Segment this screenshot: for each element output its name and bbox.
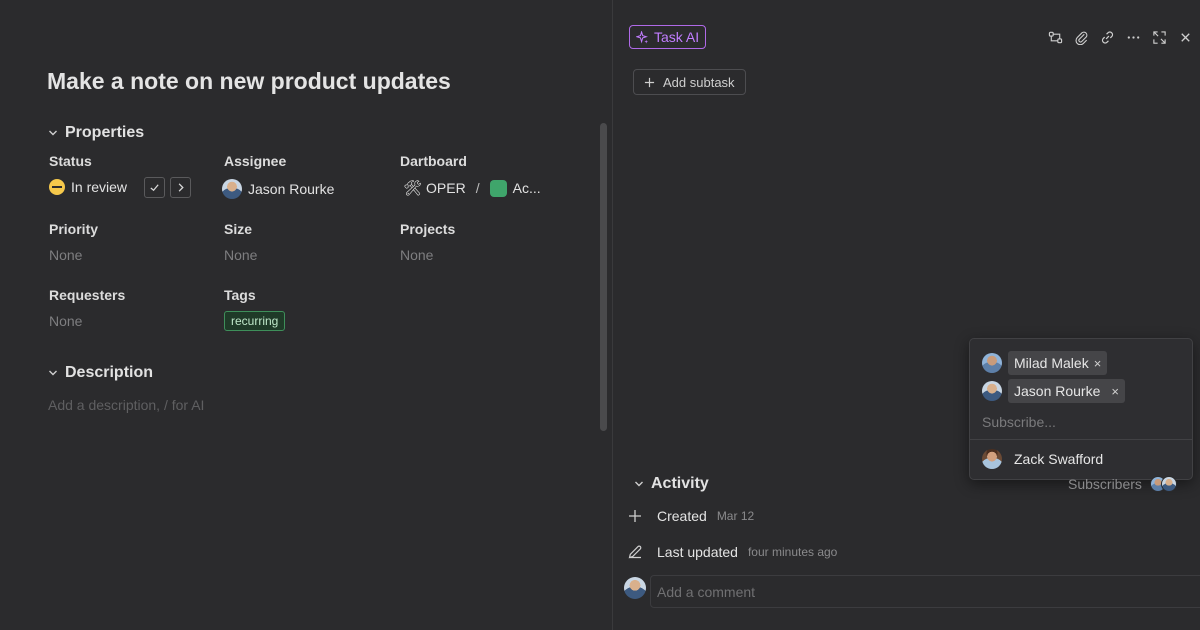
size-label: Size bbox=[224, 221, 253, 237]
remove-subscriber-button[interactable]: × bbox=[1094, 356, 1102, 371]
tag-recurring[interactable]: recurring bbox=[224, 311, 286, 331]
subscriber-chip: Milad Malek × bbox=[1008, 351, 1108, 375]
task-ai-button[interactable]: Task AI bbox=[629, 25, 707, 49]
description-toggle[interactable]: Description bbox=[47, 364, 153, 382]
subscribe-popover: Milad Malek × Jason Rourke × Zack Swaffo… bbox=[969, 338, 1193, 480]
comment-box[interactable] bbox=[650, 575, 1200, 608]
chevron-right-icon bbox=[178, 183, 184, 192]
avatar bbox=[624, 577, 646, 599]
assignee-label: Assignee bbox=[224, 153, 287, 169]
assignee-name: Jason Rourke bbox=[248, 181, 335, 197]
selected-subscriber: Jason Rourke × bbox=[982, 379, 1125, 403]
priority-value[interactable]: None bbox=[49, 247, 82, 263]
event-label: Last updated bbox=[657, 544, 738, 560]
subscriber-chip: Jason Rourke × bbox=[1008, 379, 1125, 403]
dependencies-button[interactable] bbox=[1046, 28, 1064, 46]
priority-label: Priority bbox=[49, 221, 99, 237]
subscribers-button[interactable]: Subscribers bbox=[1068, 476, 1177, 492]
check-icon bbox=[150, 184, 159, 192]
size-value[interactable]: None bbox=[224, 247, 257, 263]
mark-done-button[interactable] bbox=[144, 177, 165, 198]
subscriber-name: Milad Malek bbox=[1014, 355, 1089, 371]
add-subtask-button[interactable]: Add subtask bbox=[633, 69, 746, 95]
option-name: Zack Swafford bbox=[1014, 451, 1104, 467]
activity-event: Last updated four minutes ago bbox=[625, 542, 837, 562]
pencil-icon bbox=[625, 542, 645, 562]
activity-heading: Activity bbox=[651, 475, 709, 492]
avatar bbox=[222, 179, 242, 199]
dartboard-separator: / bbox=[475, 180, 480, 196]
status-label: Status bbox=[49, 153, 92, 169]
paperclip-icon bbox=[1074, 31, 1087, 45]
dartboard-value[interactable]: 🛠 OPER / Ac... bbox=[403, 179, 541, 197]
subscriber-name: Jason Rourke bbox=[1014, 383, 1101, 399]
event-time: four minutes ago bbox=[747, 545, 838, 559]
add-subtask-label: Add subtask bbox=[663, 74, 735, 90]
expand-icon bbox=[1152, 30, 1166, 44]
properties-toggle[interactable]: Properties bbox=[47, 124, 144, 142]
tags-label: Tags bbox=[224, 287, 256, 303]
task-ai-label: Task AI bbox=[654, 29, 700, 45]
properties-heading: Properties bbox=[65, 124, 145, 141]
chevron-down-icon bbox=[47, 127, 59, 139]
link-icon bbox=[1101, 30, 1113, 44]
avatar bbox=[1160, 476, 1177, 492]
copy-link-button[interactable] bbox=[1098, 28, 1116, 46]
expand-button[interactable] bbox=[1150, 28, 1168, 46]
dartboard-label: Dartboard bbox=[400, 153, 467, 169]
avatar bbox=[982, 353, 1002, 373]
status-value[interactable]: In review bbox=[49, 179, 127, 195]
plus-icon bbox=[644, 77, 655, 87]
selected-subscriber: Milad Malek × bbox=[982, 351, 1108, 375]
comment-input[interactable] bbox=[657, 582, 1157, 602]
next-status-button[interactable] bbox=[170, 177, 191, 198]
subscribers-label: Subscribers bbox=[1068, 476, 1142, 492]
chevron-down-icon bbox=[47, 367, 59, 379]
tools-icon: 🛠 bbox=[403, 180, 423, 197]
description-heading: Description bbox=[65, 364, 154, 381]
plus-icon bbox=[625, 506, 645, 526]
more-options-button[interactable] bbox=[1124, 28, 1142, 46]
activity-toggle[interactable]: Activity bbox=[633, 475, 709, 493]
requesters-value[interactable]: None bbox=[49, 313, 82, 329]
assignee-value[interactable]: Jason Rourke bbox=[222, 179, 334, 199]
activity-event: Created Mar 12 bbox=[625, 506, 754, 526]
dartboard-space: OPER bbox=[426, 180, 466, 196]
divider bbox=[970, 439, 1192, 440]
sparkle-icon bbox=[636, 30, 649, 44]
task-title[interactable]: Make a note on new product updates bbox=[47, 68, 451, 95]
close-icon bbox=[1180, 32, 1190, 42]
subscribe-input[interactable] bbox=[982, 412, 1182, 432]
avatar bbox=[982, 449, 1002, 469]
more-horizontal-icon bbox=[1127, 35, 1139, 39]
subscriber-avatars bbox=[1149, 476, 1177, 492]
event-label: Created bbox=[657, 508, 707, 524]
in-review-status-icon bbox=[49, 179, 65, 195]
scrollbar[interactable] bbox=[600, 123, 607, 431]
event-time: Mar 12 bbox=[716, 509, 755, 523]
dartboard-board: Ac... bbox=[512, 180, 541, 196]
projects-label: Projects bbox=[400, 221, 456, 237]
attach-button[interactable] bbox=[1072, 28, 1090, 46]
status-text: In review bbox=[71, 179, 128, 195]
close-button[interactable] bbox=[1176, 28, 1194, 46]
description-input[interactable]: Add a description, / for AI bbox=[48, 397, 204, 413]
chevron-down-icon bbox=[633, 478, 645, 490]
dependencies-icon bbox=[1048, 31, 1062, 43]
remove-subscriber-button[interactable]: × bbox=[1111, 384, 1119, 399]
task-detail-panel: Make a note on new product updates Prope… bbox=[0, 0, 612, 630]
projects-value[interactable]: None bbox=[400, 247, 433, 263]
avatar bbox=[982, 381, 1002, 401]
subscriber-option[interactable]: Zack Swafford bbox=[982, 449, 1103, 469]
requesters-label: Requesters bbox=[49, 287, 126, 303]
board-icon bbox=[489, 179, 507, 197]
